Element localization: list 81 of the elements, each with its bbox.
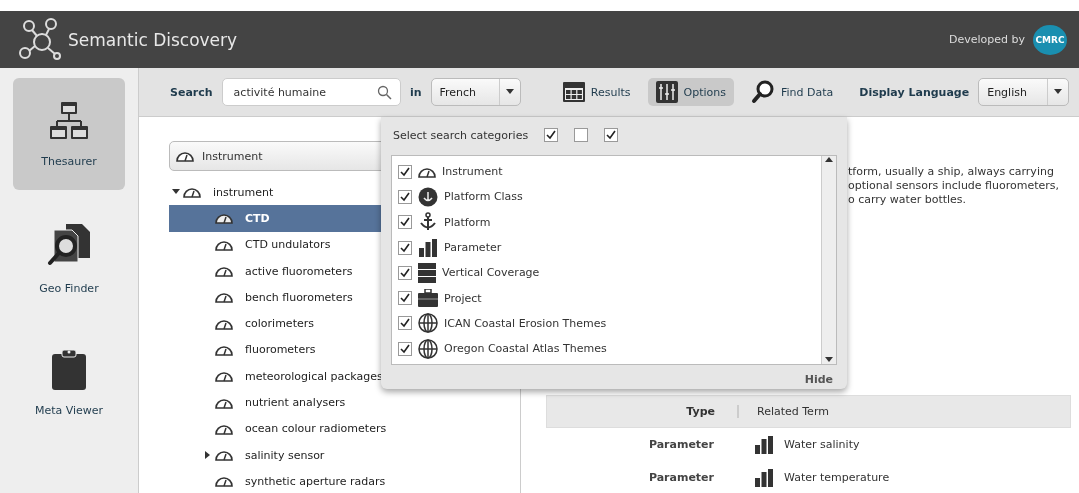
search-field[interactable]: activité humaine xyxy=(221,78,401,106)
anchor-badge-icon xyxy=(418,186,438,207)
stack-icon xyxy=(418,262,436,283)
document-search-icon xyxy=(46,221,92,268)
sidebar-item[interactable]: Meta Viewer xyxy=(13,326,125,438)
toolbar-button[interactable]: Options xyxy=(647,78,734,106)
sliders-icon xyxy=(655,81,678,103)
gauge-icon xyxy=(215,369,233,384)
scroll-up-icon[interactable] xyxy=(825,156,833,164)
tree-item[interactable]: ocean colour radiometers xyxy=(169,415,520,442)
gauge-icon xyxy=(215,448,233,463)
checkbox[interactable] xyxy=(398,341,412,356)
app-title: Semantic Discovery xyxy=(68,29,238,50)
table-cell-text: Parameter xyxy=(647,438,715,451)
checkbox[interactable] xyxy=(398,316,412,331)
category-label: Platform xyxy=(444,215,491,229)
description-text: tform, usually a ship, always carrying xyxy=(848,165,1055,179)
checkbox[interactable] xyxy=(574,128,589,142)
category-label: ICAN Coastal Erosion Themes xyxy=(444,316,607,330)
toolbar-button[interactable]: Results xyxy=(554,78,639,106)
tree-item[interactable]: salinity sensor xyxy=(169,441,520,469)
globe-icon xyxy=(418,313,438,334)
checkbox[interactable] xyxy=(398,240,412,255)
bar-chart-icon xyxy=(418,238,438,257)
category-label: Project xyxy=(444,291,482,305)
anchor-icon xyxy=(418,212,438,233)
display-language-select[interactable]: English xyxy=(978,78,1069,106)
checkbox[interactable] xyxy=(544,128,559,142)
checkbox[interactable] xyxy=(398,291,412,306)
checkbox[interactable] xyxy=(398,164,412,179)
table-icon xyxy=(562,82,585,102)
description-text: o carry water bottles. xyxy=(848,193,968,207)
hierarchy-icon xyxy=(49,100,89,141)
developed-by-text: Developed by xyxy=(948,33,1025,46)
clipboard-icon xyxy=(51,347,87,390)
gauge-icon xyxy=(183,185,201,200)
in-label: in xyxy=(409,85,422,99)
network-logo-icon xyxy=(18,17,64,62)
gauge-icon xyxy=(176,149,194,163)
search-label: Search xyxy=(170,85,213,99)
sidebar-item[interactable]: Thesaurer xyxy=(13,78,125,190)
checkbox[interactable] xyxy=(398,215,412,230)
checkbox[interactable] xyxy=(604,128,619,142)
gauge-icon xyxy=(215,264,233,279)
popup-title: Select search categories xyxy=(393,128,529,142)
display-language-label: Display Language xyxy=(859,85,970,99)
column-header: Type xyxy=(685,405,716,418)
hide-button[interactable]: Hide xyxy=(800,373,837,386)
briefcase-icon xyxy=(418,289,438,308)
scrollbar[interactable] xyxy=(821,156,836,364)
caret-icon[interactable] xyxy=(1054,88,1062,96)
related-term-link[interactable]: Water temperature xyxy=(784,471,890,484)
gauge-icon xyxy=(215,211,233,226)
table-cell-text: Parameter xyxy=(647,471,715,484)
category-label: Oregon Coastal Atlas Themes xyxy=(444,342,607,356)
gauge-icon xyxy=(215,290,233,305)
category-label: Vertical Coverage xyxy=(442,266,540,280)
search-icon xyxy=(750,80,775,104)
caret-icon[interactable] xyxy=(506,88,515,96)
tree-item[interactable]: meteorological packages xyxy=(169,363,520,390)
related-term-link[interactable]: Water salinity xyxy=(784,438,860,451)
tree-item[interactable]: synthetic aperture radars xyxy=(169,468,520,493)
checkbox[interactable] xyxy=(398,189,412,204)
category-label: Platform Class xyxy=(444,190,523,204)
category-label: Instrument xyxy=(442,165,503,179)
checkbox[interactable] xyxy=(398,265,412,280)
bar-chart-icon xyxy=(754,435,774,454)
bar-chart-icon xyxy=(754,468,774,487)
scroll-down-icon[interactable] xyxy=(825,356,833,364)
organization-logo: CMRC xyxy=(1033,24,1067,55)
search-icon xyxy=(376,84,392,100)
globe-icon xyxy=(418,338,438,359)
sidebar-item[interactable]: Geo Finder xyxy=(13,202,125,314)
category-label: Parameter xyxy=(444,241,502,255)
description-text: optional sensors include fluorometers, xyxy=(848,179,1061,193)
column-header: Related Term xyxy=(737,405,1070,418)
expand-arrow-icon[interactable] xyxy=(204,451,212,460)
gauge-icon xyxy=(215,474,233,489)
tree-item[interactable]: nutrient analysers xyxy=(169,389,520,416)
language-select[interactable]: French xyxy=(430,78,522,106)
toolbar-button[interactable]: Find Data xyxy=(742,78,842,106)
